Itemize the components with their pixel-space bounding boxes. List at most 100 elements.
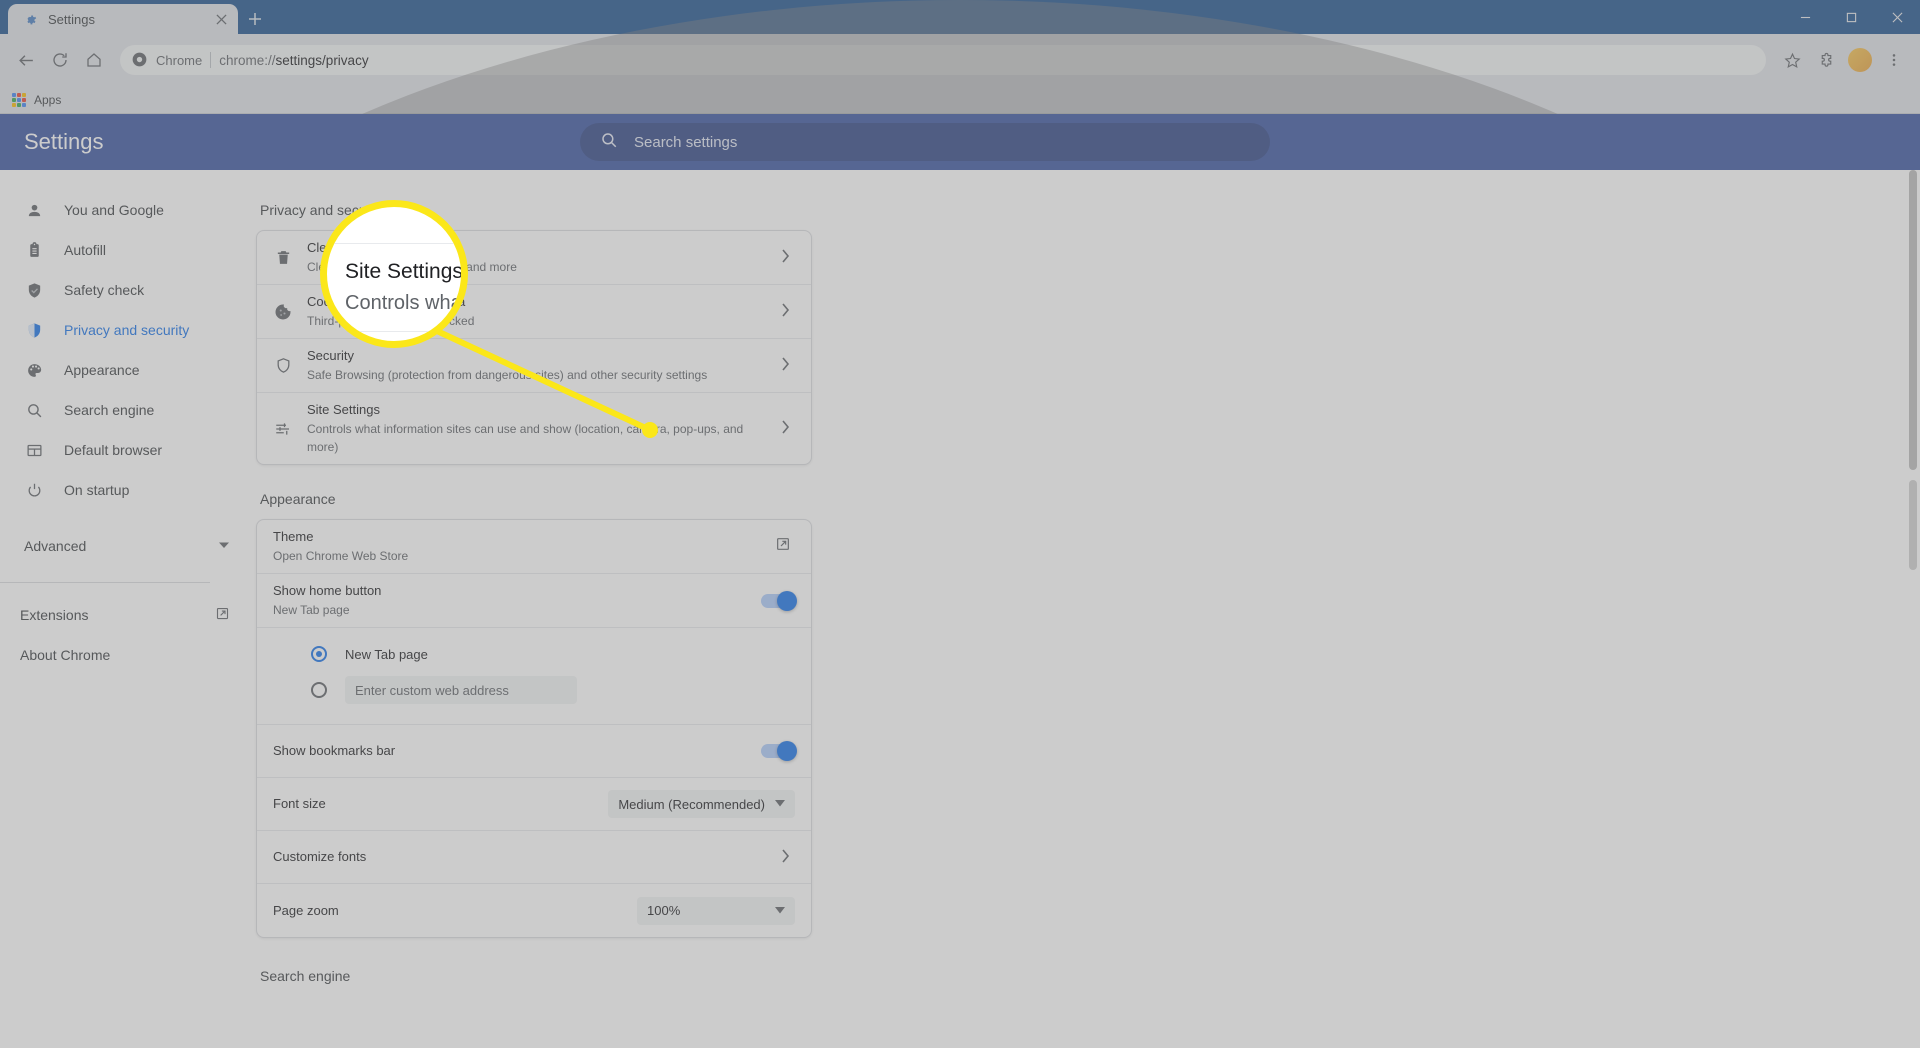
search-icon — [24, 400, 44, 420]
puzzle-piece-icon[interactable] — [1810, 44, 1842, 76]
sidebar-link-label: Extensions — [20, 607, 89, 623]
chevron-right-icon[interactable] — [775, 303, 795, 320]
window-controls — [1782, 0, 1920, 34]
sidebar-item-advanced[interactable]: Advanced — [0, 526, 256, 566]
sidebar-item-appearance[interactable]: Appearance — [0, 350, 256, 390]
three-dot-menu-icon[interactable] — [1878, 44, 1910, 76]
chevron-down-icon — [775, 906, 785, 916]
sidebar-item-label: Default browser — [64, 442, 163, 458]
chevron-right-icon[interactable] — [775, 848, 795, 866]
row-title: Customize fonts — [273, 849, 367, 864]
page-title: Settings — [24, 129, 104, 154]
page-zoom-select[interactable]: 100% — [637, 896, 795, 925]
sidebar-item-autofill[interactable]: Autofill — [0, 230, 256, 270]
clipboard-icon — [24, 240, 44, 260]
bookmarks-bar: Apps — [0, 86, 1920, 114]
scrollbar-thumb-secondary[interactable] — [1909, 480, 1917, 570]
row-title: Show home button — [273, 583, 382, 598]
row-font-size[interactable]: Font size Medium (Recommended) — [257, 778, 811, 831]
trash-icon — [273, 248, 293, 268]
chevron-right-icon[interactable] — [775, 357, 795, 374]
row-site-settings[interactable]: Site Settings Controls what information … — [257, 393, 811, 464]
gear-icon — [22, 11, 38, 27]
radio-custom-web-address[interactable]: Enter custom web address — [311, 672, 795, 708]
sidebar-divider — [0, 582, 210, 583]
sidebar-advanced-label: Advanced — [24, 538, 87, 554]
tab-title: Settings — [48, 11, 95, 27]
cookie-icon — [273, 302, 293, 322]
arrow-back-icon[interactable] — [10, 44, 42, 76]
sidebar-item-extensions[interactable]: Extensions — [0, 595, 256, 635]
avatar[interactable] — [1848, 48, 1872, 72]
person-icon — [24, 200, 44, 220]
external-link-icon[interactable] — [775, 536, 795, 557]
search-placeholder: Search settings — [634, 133, 738, 151]
chevron-right-icon[interactable] — [775, 249, 795, 266]
sidebar-link-label: About Chrome — [20, 647, 111, 663]
row-show-bookmarks-bar[interactable]: Show bookmarks bar — [257, 725, 811, 778]
minimize-icon[interactable] — [1782, 0, 1828, 34]
browser-tab[interactable]: Settings — [8, 4, 238, 34]
show-home-button-toggle[interactable] — [761, 590, 797, 611]
shield-half-icon — [24, 320, 44, 340]
sidebar-item-default-browser[interactable]: Default browser — [0, 430, 256, 470]
bookmark-apps-label[interactable]: Apps — [34, 93, 61, 107]
apps-grid-icon[interactable] — [12, 92, 26, 107]
chevron-right-icon[interactable] — [775, 420, 795, 437]
window-close-icon[interactable] — [1874, 0, 1920, 34]
magnifier-divider-bottom — [327, 331, 461, 332]
browser-toolbar: Chrome chrome://settings/privacy — [0, 0, 1920, 1048]
shield-check-icon — [24, 280, 44, 300]
row-security[interactable]: Security Safe Browsing (protection from … — [257, 339, 811, 393]
close-icon[interactable] — [212, 10, 230, 28]
search-engine-section-heading: Search engine — [260, 968, 351, 984]
sidebar-item-you-and-google[interactable]: You and Google — [0, 190, 256, 230]
sidebar-item-label: You and Google — [64, 202, 164, 218]
custom-web-address-input[interactable]: Enter custom web address — [345, 676, 577, 704]
settings-page: Settings Search settings You and Google … — [0, 114, 1920, 1048]
radio-button[interactable] — [311, 682, 327, 698]
row-page-zoom[interactable]: Page zoom 100% — [257, 884, 811, 937]
sidebar-item-label: On startup — [64, 482, 130, 498]
chevron-down-icon — [775, 799, 785, 809]
tab-strip: Settings — [0, 0, 1920, 34]
sidebar-item-on-startup[interactable]: On startup — [0, 470, 256, 510]
sidebar-item-about-chrome[interactable]: About Chrome — [0, 635, 256, 675]
font-size-select[interactable]: Medium (Recommended) — [608, 790, 795, 818]
row-subtitle: New Tab page — [273, 603, 350, 617]
new-tab-button[interactable] — [238, 4, 272, 34]
page-zoom-value: 100% — [647, 903, 681, 918]
radio-new-tab-page[interactable]: New Tab page — [311, 636, 795, 672]
sidebar-item-search-engine[interactable]: Search engine — [0, 390, 256, 430]
appearance-section-heading: Appearance — [260, 491, 336, 507]
show-bookmarks-bar-toggle[interactable] — [761, 741, 797, 761]
palette-icon — [24, 360, 44, 380]
radio-button[interactable] — [311, 646, 327, 662]
row-title: Font size — [273, 796, 326, 811]
magnified-title: Site Settings — [345, 260, 463, 283]
row-title: Page zoom — [273, 902, 339, 918]
sidebar-item-privacy-and-security[interactable]: Privacy and security — [0, 310, 256, 350]
home-page-options: New Tab page Enter custom web address — [257, 628, 811, 725]
star-icon[interactable] — [1776, 44, 1808, 76]
scrollbar-thumb[interactable] — [1909, 170, 1917, 470]
settings-body: You and Google Autofill Safety check Pri… — [0, 170, 1920, 996]
sidebar-item-safety-check[interactable]: Safety check — [0, 270, 256, 310]
sidebar: You and Google Autofill Safety check Pri… — [0, 170, 256, 996]
chrome-logo-icon — [132, 52, 148, 68]
radio-label: New Tab page — [345, 646, 428, 662]
reload-icon[interactable] — [44, 44, 76, 76]
search-input[interactable]: Search settings — [580, 123, 1270, 161]
address-bar[interactable]: Chrome chrome://settings/privacy — [120, 45, 1766, 75]
row-theme[interactable]: Theme Open Chrome Web Store — [257, 520, 811, 574]
magnifier-ghost-text — [399, 207, 405, 220]
row-show-home-button[interactable]: Show home button New Tab page — [257, 574, 811, 628]
maximize-icon[interactable] — [1828, 0, 1874, 34]
home-icon[interactable] — [78, 44, 110, 76]
page-scrollbar[interactable] — [1906, 170, 1920, 1048]
row-subtitle: Safe Browsing (protection from dangerous… — [307, 368, 708, 382]
power-icon — [24, 480, 44, 500]
sidebar-item-label: Safety check — [64, 282, 145, 298]
sidebar-item-label: Autofill — [64, 242, 107, 258]
row-customize-fonts[interactable]: Customize fonts — [257, 831, 811, 884]
